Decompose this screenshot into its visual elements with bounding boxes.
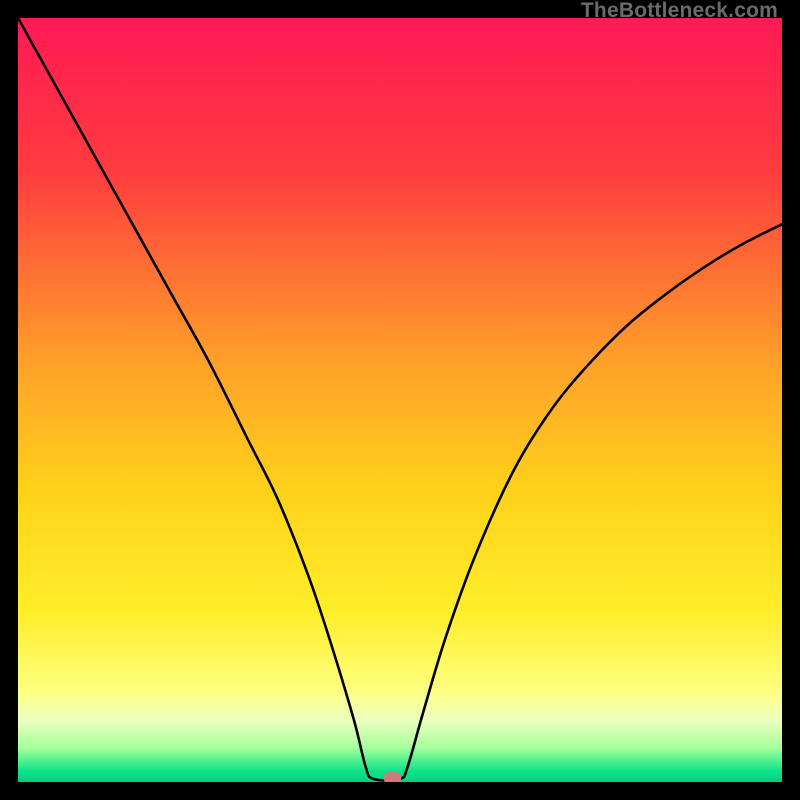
curve-layer (18, 18, 782, 782)
chart-container: TheBottleneck.com (0, 0, 800, 800)
watermark-text: TheBottleneck.com (581, 0, 778, 22)
bottleneck-curve (18, 18, 782, 780)
optimal-point-marker (383, 772, 401, 783)
plot-area (18, 18, 782, 782)
